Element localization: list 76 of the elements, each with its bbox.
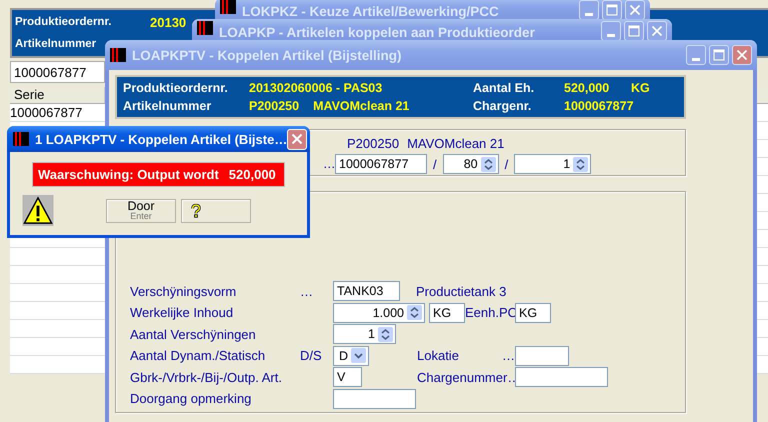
header-value: 520,000	[564, 81, 610, 95]
field-hint: D/S	[300, 348, 322, 364]
input-field[interactable]: 1000067877	[335, 154, 427, 174]
field-label: Lokatie	[417, 348, 459, 364]
minimize-button[interactable]	[686, 45, 706, 65]
spinner-icon[interactable]	[480, 156, 496, 172]
article-text: P200250	[347, 136, 400, 150]
close-button[interactable]	[647, 21, 667, 40]
maximize-button[interactable]	[709, 45, 729, 65]
dropdown-icon[interactable]	[351, 348, 366, 364]
field-label: Gbrk-/Vrbrk-/Bij-/Outp. Art.	[130, 370, 283, 385]
maximize-button[interactable]	[602, 0, 622, 19]
field-hint: …	[300, 284, 313, 299]
header-label: Artikelnummer	[15, 38, 98, 50]
input-field[interactable]: V	[333, 367, 362, 388]
maximize-button[interactable]	[624, 21, 644, 40]
warning-icon	[22, 195, 54, 226]
input-field[interactable]	[333, 388, 416, 409]
minimize-icon	[607, 34, 615, 36]
separator-text: /	[504, 156, 508, 172]
input-field[interactable]: 1000067877	[10, 61, 105, 83]
window-title: LOAPKPTV - Koppelen Artikel (Bijstelling)	[132, 48, 402, 62]
header-value: P200250	[249, 99, 300, 113]
article-text: MAVOMclean 21	[407, 136, 504, 150]
header-label: Produktieordernr.	[123, 81, 229, 95]
title-bar[interactable]: 1 LOAPKPTV - Koppelen Artikel (Bijste…	[7, 126, 310, 152]
input-field[interactable]: D	[333, 346, 369, 366]
input-field[interactable]: 1.000	[333, 302, 425, 323]
app-icon	[13, 132, 29, 146]
minimize-button[interactable]	[601, 21, 621, 40]
close-button[interactable]	[625, 0, 645, 19]
spinner-icon[interactable]	[378, 326, 393, 342]
window-title: LOKPKZ - Keuze Artikel/Bewerking/PCC	[242, 3, 499, 19]
app-icon	[220, 0, 236, 14]
minimize-button[interactable]	[579, 0, 599, 19]
input-field[interactable]: KG	[515, 302, 551, 323]
close-button[interactable]	[732, 45, 752, 65]
input-field[interactable]: 1	[514, 154, 592, 174]
header-value: 1000067877	[564, 99, 635, 113]
header-label: Chargenr.	[473, 99, 532, 113]
input-field[interactable]: 1	[333, 324, 396, 344]
warning-amount: 520,000	[228, 167, 276, 182]
field-label: Doorgang opmerking	[130, 391, 252, 406]
minimize-icon	[692, 58, 700, 60]
spinner-icon[interactable]	[407, 305, 422, 320]
spinner-icon[interactable]	[573, 156, 588, 172]
header-label: Produktieordernr.	[15, 16, 112, 28]
field-label: Werkelijke Inhoud	[130, 305, 234, 320]
table-cell-text: 1000067877	[10, 105, 84, 120]
input-field[interactable]: 80	[442, 154, 499, 174]
field-label: Aantal Verschÿningen	[130, 326, 257, 342]
header-label: Aantal Eh.	[473, 81, 536, 95]
input-field[interactable]	[515, 346, 569, 366]
door-button[interactable]: Door Enter	[106, 198, 176, 222]
app-icon	[110, 48, 126, 62]
field-label: Chargenummer	[417, 370, 508, 385]
unit-field[interactable]: KG	[429, 302, 465, 323]
header-label: Artikelnummer	[123, 99, 212, 113]
header-unit: KG	[631, 81, 650, 95]
header-value: 201302060006 - PAS03	[249, 81, 382, 95]
header-value: 20130	[150, 14, 186, 30]
minimize-icon	[585, 12, 593, 16]
header-value: MAVOMclean 21	[313, 99, 410, 113]
input-field[interactable]: TANK03	[333, 281, 400, 302]
warning-text: Waarschuwing: Output wordt	[38, 167, 219, 182]
field-label: Verschÿningsvorm	[130, 284, 238, 299]
lookup-dots[interactable]: …	[502, 348, 515, 364]
input-field[interactable]	[515, 367, 608, 388]
help-icon	[191, 204, 201, 218]
separator-text: /	[433, 156, 437, 172]
field-label: Aantal Dynam./Statisch	[130, 348, 266, 364]
help-button[interactable]	[181, 198, 251, 222]
window-title: 1 LOAPKPTV - Koppelen Artikel (Bijste…	[35, 132, 288, 146]
app-icon	[197, 21, 213, 35]
window-title: LOAPKP - Artikelen koppelen aan Produktieorder	[219, 24, 535, 40]
description-text: Productietank 3	[416, 284, 506, 299]
